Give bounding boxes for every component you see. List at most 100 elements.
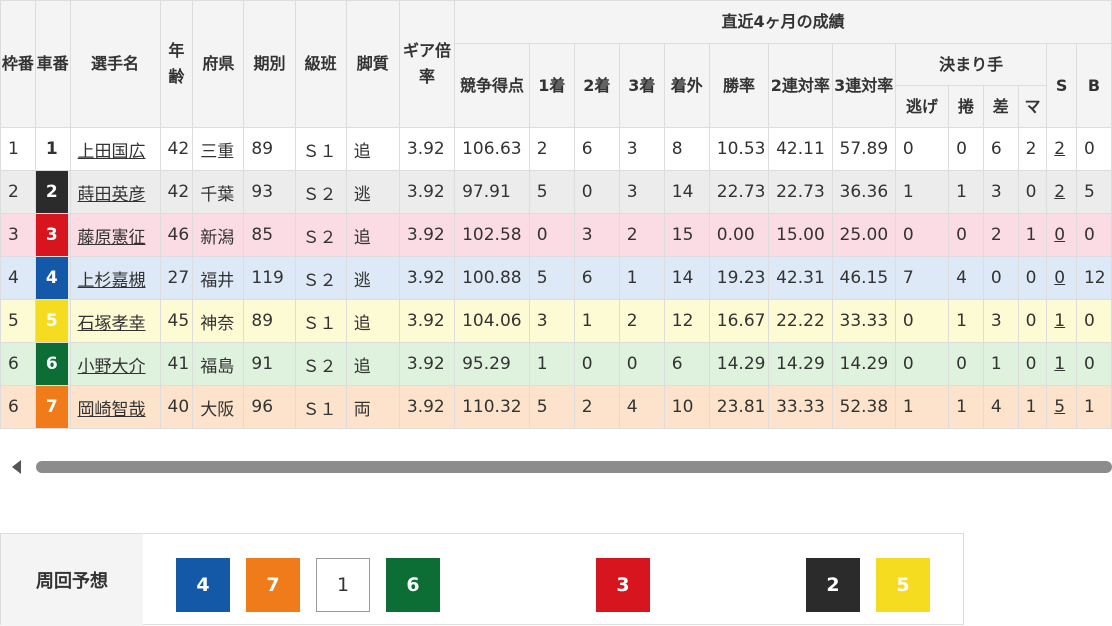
cell-name[interactable]: 蒔田英彦: [69, 170, 161, 214]
header-third: 3着: [618, 43, 665, 128]
cell-s[interactable]: 0: [1046, 213, 1077, 257]
header-pref: 府県: [192, 0, 245, 128]
s-count-link[interactable]: 0: [1054, 225, 1065, 245]
rider-name-link[interactable]: 上田国広: [78, 142, 146, 162]
header-score: 競争得点: [454, 43, 530, 128]
cell-mark: 0: [1017, 256, 1048, 300]
car-number-badge: 4: [36, 257, 68, 299]
rider-name-link[interactable]: 小野大介: [78, 357, 146, 377]
cell-third: 1: [618, 256, 665, 300]
cell-second: 6: [573, 256, 620, 300]
cell-name[interactable]: 藤原憲征: [69, 213, 161, 257]
cell-name[interactable]: 小野大介: [69, 342, 161, 386]
cell-s[interactable]: 2: [1046, 170, 1077, 214]
s-count-link[interactable]: 2: [1054, 139, 1065, 159]
cell-second: 0: [573, 170, 620, 214]
cell-waku: 6: [0, 342, 36, 386]
cell-name[interactable]: 石塚孝幸: [69, 299, 161, 343]
cell-pref: 三重: [192, 127, 245, 171]
cell-out: 12: [663, 299, 710, 343]
table-row: 6 7 岡崎智哉 40 大阪 96 Ｓ１ 両 3.92 110.32 5 2 4 10 23.81 33.33…: [0, 385, 1112, 429]
scrollbar-thumb[interactable]: [36, 461, 1112, 473]
cell-style: 追: [345, 213, 400, 257]
cell-class: Ｓ２: [294, 342, 347, 386]
cell-ren2: 42.11: [768, 127, 833, 171]
cell-waku: 6: [0, 385, 36, 429]
cell-age: 46: [159, 213, 194, 257]
cell-name[interactable]: 岡崎智哉: [69, 385, 161, 429]
scroll-left-arrow-icon[interactable]: [12, 460, 21, 474]
car-number-badge: 3: [36, 214, 68, 256]
cell-s[interactable]: 2: [1046, 127, 1077, 171]
cell-name[interactable]: 上杉嘉槻: [69, 256, 161, 300]
cell-ren2: 33.33: [768, 385, 833, 429]
car-number-badge: 1: [36, 128, 68, 170]
car-number-badge: 5: [36, 300, 68, 342]
cell-term: 91: [243, 342, 296, 386]
header-class: 級班: [294, 0, 347, 128]
s-count-link[interactable]: 5: [1054, 397, 1065, 417]
cell-makuri: 1: [948, 299, 984, 343]
cell-score: 102.58: [454, 213, 530, 257]
cell-waku: 2: [0, 170, 36, 214]
header-nige: 逃げ: [894, 85, 950, 128]
cell-class: Ｓ１: [294, 299, 347, 343]
cell-s[interactable]: 1: [1046, 342, 1077, 386]
cell-s[interactable]: 5: [1046, 385, 1077, 429]
cell-waku: 5: [0, 299, 36, 343]
cell-ren2: 14.29: [768, 342, 833, 386]
forecast-car-badge: 3: [596, 558, 650, 612]
forecast-car-badge: 4: [176, 558, 230, 612]
cell-style: 追: [345, 127, 400, 171]
cell-win-rate: 16.67: [708, 299, 770, 343]
cell-b: 0: [1075, 299, 1112, 343]
s-count-link[interactable]: 1: [1054, 354, 1065, 374]
cell-gear: 3.92: [398, 385, 456, 429]
cell-car: 7: [34, 385, 71, 429]
cell-first: 0: [528, 213, 575, 257]
cell-s[interactable]: 0: [1046, 256, 1077, 300]
cell-makuri: 0: [948, 342, 984, 386]
cell-nige: 0: [894, 127, 950, 171]
cell-nige: 0: [894, 299, 950, 343]
cell-term: 85: [243, 213, 296, 257]
s-count-link[interactable]: 1: [1054, 311, 1065, 331]
cell-mark: 0: [1017, 170, 1048, 214]
cell-car: 1: [34, 127, 71, 171]
rider-name-link[interactable]: 上杉嘉槻: [78, 271, 146, 291]
table-row: 6 6 小野大介 41 福島 91 Ｓ２ 追 3.92 95.29 1 0 0 6 14.29 14.29 14…: [0, 342, 1112, 386]
s-count-link[interactable]: 2: [1054, 182, 1065, 202]
cell-out: 15: [663, 213, 710, 257]
cell-third: 4: [618, 385, 665, 429]
cell-class: Ｓ１: [294, 385, 347, 429]
cell-s[interactable]: 1: [1046, 299, 1077, 343]
s-count-link[interactable]: 0: [1054, 268, 1065, 288]
cell-sashi: 4: [982, 385, 1019, 429]
cell-car: 2: [34, 170, 71, 214]
header-win-rate: 勝率: [708, 43, 770, 128]
cell-makuri: 4: [948, 256, 984, 300]
cell-third: 0: [618, 342, 665, 386]
header-s: S: [1046, 43, 1077, 128]
rider-name-link[interactable]: 藤原憲征: [78, 228, 146, 248]
cell-age: 42: [159, 170, 194, 214]
cell-third: 3: [618, 127, 665, 171]
rider-name-link[interactable]: 岡崎智哉: [78, 400, 146, 420]
cell-pref: 大阪: [192, 385, 245, 429]
cell-first: 5: [528, 170, 575, 214]
cell-second: 2: [573, 385, 620, 429]
cell-second: 6: [573, 127, 620, 171]
cell-name[interactable]: 上田国広: [69, 127, 161, 171]
cell-sashi: 2: [982, 213, 1019, 257]
cell-pref: 千葉: [192, 170, 245, 214]
horizontal-scrollbar[interactable]: [0, 456, 1112, 478]
forecast-car-badge: 2: [806, 558, 860, 612]
cell-car: 5: [34, 299, 71, 343]
cell-makuri: 0: [948, 127, 984, 171]
cell-nige: 1: [894, 170, 950, 214]
rider-name-link[interactable]: 蒔田英彦: [78, 185, 146, 205]
cell-third: 2: [618, 299, 665, 343]
rider-name-link[interactable]: 石塚孝幸: [78, 314, 146, 334]
header-term: 期別: [243, 0, 296, 128]
cell-ren3: 57.89: [831, 127, 896, 171]
